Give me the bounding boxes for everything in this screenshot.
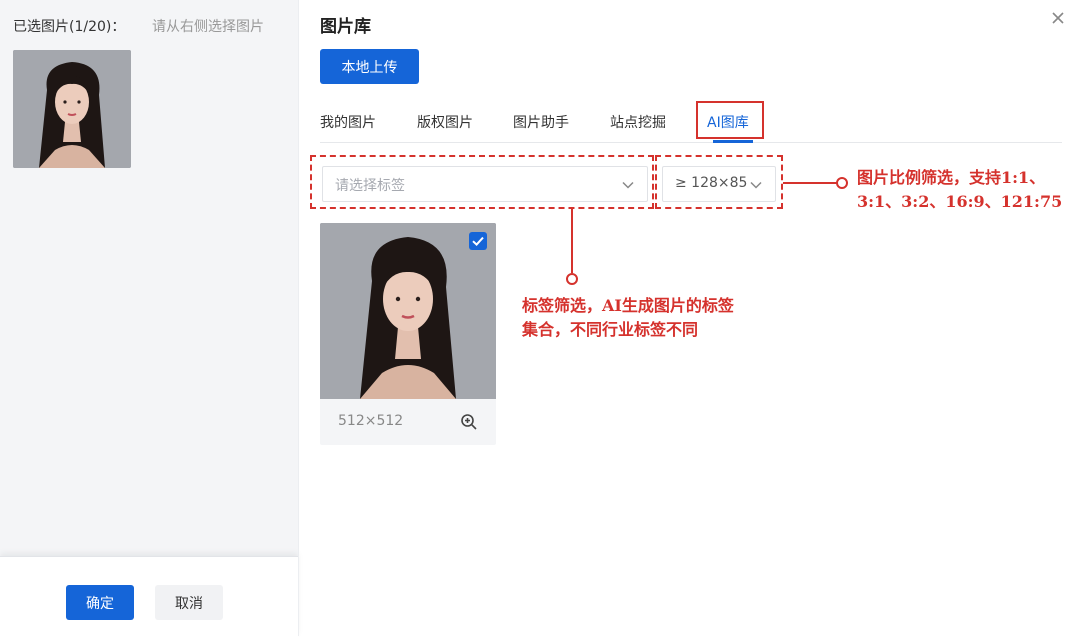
selected-thumbnail[interactable] [13, 50, 131, 168]
check-icon [472, 236, 484, 247]
local-upload-button[interactable]: 本地上传 [320, 49, 419, 84]
active-tab-indicator [713, 140, 753, 143]
ratio-select-value: ≥ 128×85 [675, 175, 748, 191]
selection-hint: 请从右侧选择图片 [152, 19, 264, 35]
tabs-divider [320, 142, 1062, 143]
tab-copyright-images[interactable]: 版权图片 [417, 112, 473, 132]
ratio-annotation-line1: 图片比例筛选，支持1:1、 [857, 168, 1046, 187]
ratio-select[interactable]: ≥ 128×85 [662, 166, 776, 202]
ratio-annotation-line2: 3:1、3:2、16:9、121:75 [857, 192, 1063, 211]
dialog-title: 图片库 [320, 17, 371, 37]
left-footer [0, 556, 298, 637]
chevron-down-icon [750, 181, 762, 189]
zoom-in-icon[interactable] [460, 413, 478, 431]
confirm-button[interactable]: 确定 [66, 585, 134, 620]
tag-annotation-line2: 集合，不同行业标签不同 [522, 320, 699, 339]
panel-divider [298, 0, 299, 636]
selected-checkbox[interactable] [469, 232, 487, 250]
tab-image-assistant[interactable]: 图片助手 [513, 112, 569, 132]
image-size-label: 512×512 [338, 413, 404, 429]
tag-select-placeholder: 请选择标签 [335, 178, 405, 194]
cancel-button[interactable]: 取消 [155, 585, 223, 620]
tag-annotation-line1: 标签筛选，AI生成图片的标签 [522, 296, 734, 315]
ai-tab-highlight-box [696, 101, 764, 139]
tab-my-images[interactable]: 我的图片 [320, 112, 376, 132]
tag-select[interactable]: 请选择标签 [322, 166, 648, 202]
image-card[interactable]: 512×512 [320, 223, 496, 445]
selected-count-label: 已选图片(1/20)： [13, 19, 126, 35]
portrait-image [13, 50, 131, 168]
tab-site-mining[interactable]: 站点挖掘 [610, 112, 666, 132]
chevron-down-icon [622, 181, 634, 189]
close-icon[interactable] [1048, 8, 1068, 28]
